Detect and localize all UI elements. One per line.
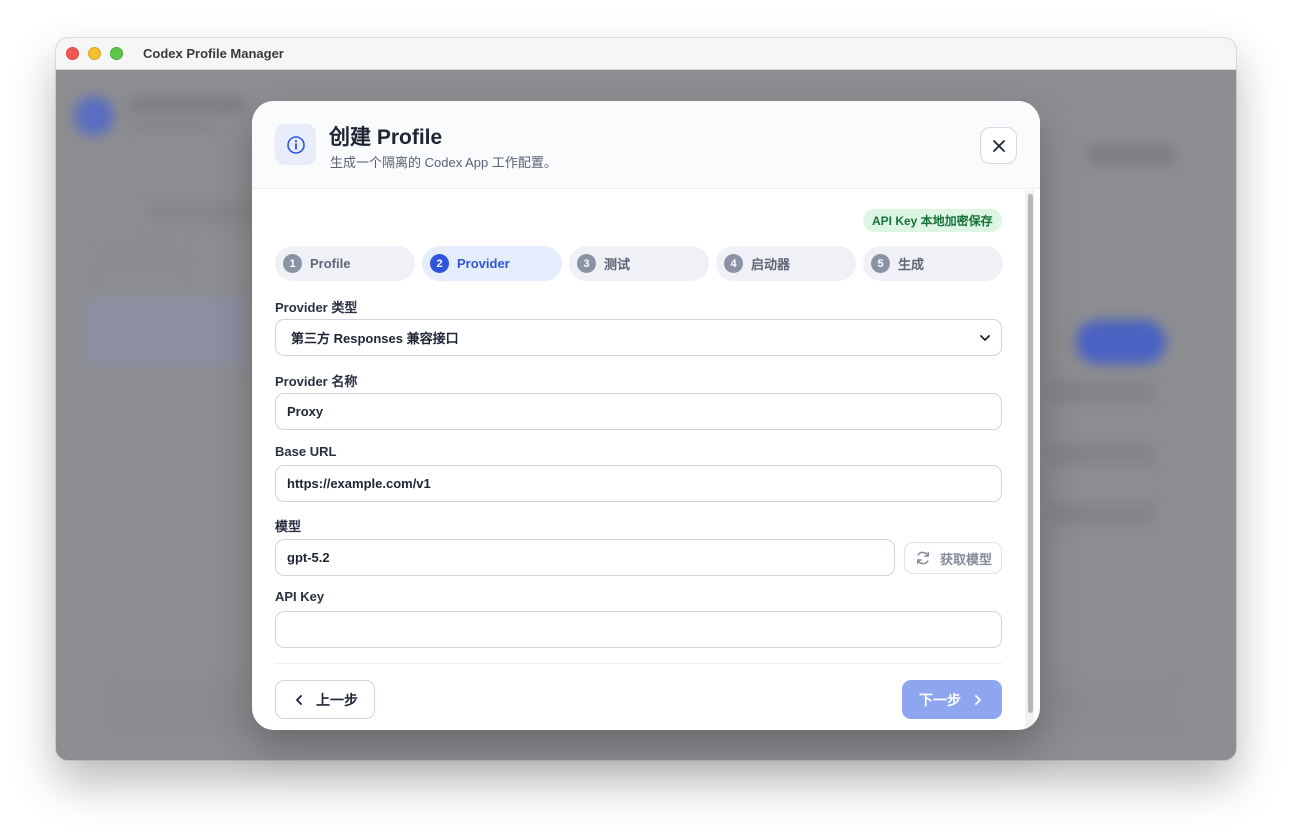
provider-name-value: Proxy xyxy=(287,404,324,419)
close-window-button[interactable] xyxy=(66,47,79,60)
previous-step-button[interactable]: 上一步 xyxy=(275,680,375,719)
dialog-subtitle: 生成一个隔离的 Codex App 工作配置。 xyxy=(330,155,557,170)
next-step-button[interactable]: 下一步 xyxy=(902,680,1002,719)
api-key-input[interactable] xyxy=(275,611,1002,648)
step-number: 2 xyxy=(430,254,449,273)
step-generate[interactable]: 5 生成 xyxy=(863,246,1003,281)
base-url-value: https://example.com/v1 xyxy=(287,476,431,491)
step-label: 启动器 xyxy=(751,257,791,272)
base-url-input[interactable]: https://example.com/v1 xyxy=(275,465,1002,502)
provider-name-label: Provider 名称 xyxy=(275,374,358,389)
step-number: 3 xyxy=(577,254,596,273)
dialog-title: 创建 Profile xyxy=(329,126,443,149)
provider-type-label: Provider 类型 xyxy=(275,300,358,315)
close-icon xyxy=(992,139,1005,152)
api-key-label: API Key xyxy=(275,589,325,604)
dialog-header: 创建 Profile 生成一个隔离的 Codex App 工作配置。 xyxy=(252,101,1040,189)
previous-step-label: 上一步 xyxy=(316,691,358,708)
minimize-window-button[interactable] xyxy=(88,47,101,60)
chevron-right-icon xyxy=(975,694,981,705)
step-label: Provider xyxy=(457,256,510,271)
security-badge: API Key 本地加密保存 xyxy=(863,209,1002,232)
window-title: Codex Profile Manager xyxy=(143,46,284,61)
provider-type-value: 第三方 Responses 兼容接口 xyxy=(291,331,459,346)
step-launcher[interactable]: 4 启动器 xyxy=(716,246,856,281)
base-url-label: Base URL xyxy=(275,444,337,459)
footer-divider xyxy=(275,663,1002,664)
zoom-window-button[interactable] xyxy=(110,47,123,60)
refresh-icon xyxy=(917,551,929,565)
provider-type-select[interactable]: 第三方 Responses 兼容接口 xyxy=(275,319,1002,356)
step-provider[interactable]: 2 Provider xyxy=(422,246,562,281)
provider-name-input[interactable]: Proxy xyxy=(275,393,1002,430)
step-profile[interactable]: 1 Profile xyxy=(275,246,415,281)
step-label: 生成 xyxy=(898,257,925,272)
window-controls xyxy=(66,47,123,60)
info-icon xyxy=(275,124,316,165)
step-label: 测试 xyxy=(604,257,631,272)
close-dialog-button[interactable] xyxy=(980,127,1017,164)
step-test[interactable]: 3 测试 xyxy=(569,246,709,281)
stepper: 1 Profile 2 Provider 3 测试 4 启动器 5 生成 xyxy=(275,246,1003,281)
create-profile-dialog: 创建 Profile 生成一个隔离的 Codex App 工作配置。 API K… xyxy=(252,101,1040,730)
step-label: Profile xyxy=(310,256,351,271)
chevron-down-icon xyxy=(980,335,990,341)
model-value: gpt-5.2 xyxy=(287,550,330,565)
model-label: 模型 xyxy=(275,519,302,534)
model-input[interactable]: gpt-5.2 xyxy=(275,539,895,576)
step-number: 1 xyxy=(283,254,302,273)
next-step-label: 下一步 xyxy=(919,691,961,708)
title-bar: Codex Profile Manager xyxy=(56,38,1236,70)
chevron-left-icon xyxy=(296,694,302,705)
step-number: 5 xyxy=(871,254,890,273)
fetch-models-label: 获取模型 xyxy=(940,551,993,567)
scrollbar-thumb[interactable] xyxy=(1028,194,1033,713)
fetch-models-button[interactable]: 获取模型 xyxy=(904,542,1002,574)
step-number: 4 xyxy=(724,254,743,273)
